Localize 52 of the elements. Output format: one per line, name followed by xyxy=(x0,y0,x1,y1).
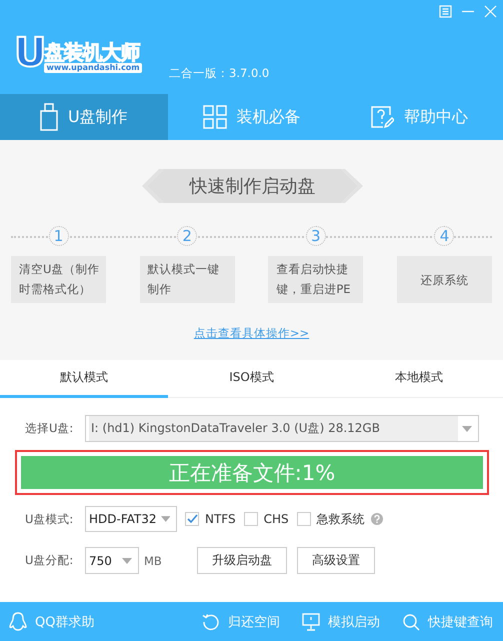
step-number: 4 xyxy=(434,226,454,246)
footer-link[interactable]: QQ群求助 xyxy=(9,612,94,632)
help-icon xyxy=(370,105,394,129)
checkbox-label: CHS xyxy=(264,512,289,526)
checkbox[interactable] xyxy=(244,512,258,526)
mode-tab[interactable]: 本地模式 xyxy=(335,360,503,398)
step-card: 查看启动快捷键，重启进PE xyxy=(268,256,364,303)
nav-tab[interactable]: 装机必备 xyxy=(168,94,336,140)
undo-icon xyxy=(202,612,220,630)
checkbox-label: NTFS xyxy=(205,512,236,526)
unit-label: MB xyxy=(144,554,162,568)
progress-button[interactable]: 正在准备文件:1% xyxy=(15,450,489,495)
version-label: 二合一版：3.7.0.0 xyxy=(169,66,270,81)
dropdown-arrow-icon xyxy=(122,558,132,564)
monitor-icon xyxy=(302,612,320,630)
step-number: 1 xyxy=(48,226,68,246)
footer-link[interactable]: 快捷键查询 xyxy=(402,612,493,630)
dropdown-arrow-icon xyxy=(462,426,472,432)
step-number: 3 xyxy=(306,226,326,246)
settings-button[interactable]: 高级设置 xyxy=(296,547,375,574)
mode-tab[interactable]: ISO模式 xyxy=(168,360,336,398)
search-icon xyxy=(402,612,420,630)
nav-tab[interactable]: U盘制作 xyxy=(0,94,168,140)
tutorial-link[interactable]: 点击查看具体操作>> xyxy=(194,326,310,340)
size-dropdown[interactable]: 750 xyxy=(85,547,139,574)
logo-url: www.upandashi.com xyxy=(44,63,142,73)
nav-tab[interactable]: 帮助中心 xyxy=(335,94,503,140)
section-title: 快速制作启动盘 xyxy=(190,175,316,198)
field-label: U盘分配: xyxy=(25,553,74,568)
step-card: 默认模式一键制作 xyxy=(140,256,235,303)
step-card: 还原系统 xyxy=(396,256,492,303)
usb-drive-icon xyxy=(40,103,58,131)
mode-tab[interactable]: 默认模式 xyxy=(0,360,168,398)
checkbox[interactable] xyxy=(296,512,311,526)
footer-link[interactable]: 模拟启动 xyxy=(302,612,380,630)
close-icon[interactable] xyxy=(484,5,497,18)
logo-title: 盘装机大师 xyxy=(44,42,140,62)
menu-icon[interactable] xyxy=(439,5,452,18)
check-icon xyxy=(186,514,198,524)
step-card: 清空U盘（制作时需格式化） xyxy=(11,256,106,303)
qq-penguin-icon xyxy=(9,612,27,632)
grid-icon xyxy=(202,105,226,129)
help-icon[interactable] xyxy=(370,513,383,525)
field-label: 选择U盘: xyxy=(25,421,74,436)
step-number: 2 xyxy=(177,226,198,246)
checkbox[interactable] xyxy=(185,512,199,526)
dropdown-arrow-icon xyxy=(160,516,170,522)
upgrade-button[interactable]: 升级启动盘 xyxy=(196,547,287,574)
mode-dropdown[interactable]: HDD-FAT32 xyxy=(85,506,177,532)
field-label: U盘模式: xyxy=(25,512,74,526)
checkbox-label: 急救系统 xyxy=(316,510,365,528)
footer-link[interactable]: 归还空间 xyxy=(202,612,280,630)
